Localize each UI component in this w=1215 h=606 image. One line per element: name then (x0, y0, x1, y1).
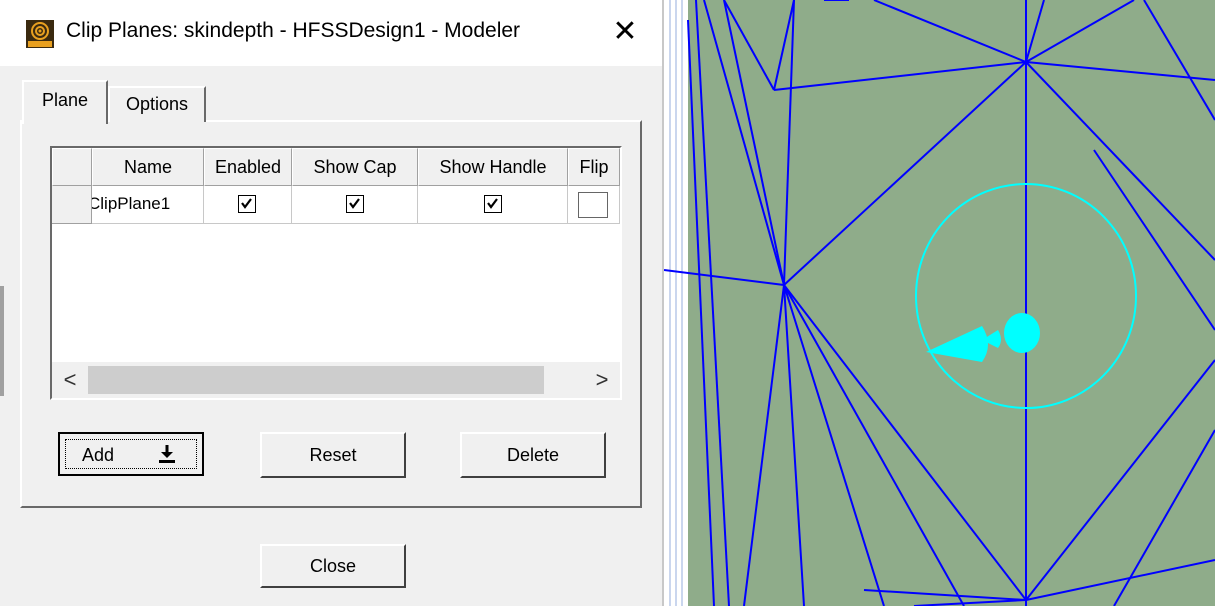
show-cap-checkbox[interactable] (346, 195, 364, 213)
delete-button[interactable]: Delete (460, 432, 606, 478)
cell-show-handle[interactable] (418, 186, 568, 224)
checkmark-icon (241, 198, 252, 209)
clip-planes-dialog: Clip Planes: skindepth - HFSSDesign1 - M… (0, 0, 662, 606)
window-title: Clip Planes: skindepth - HFSSDesign1 - M… (66, 19, 521, 42)
clip-plane-grid[interactable]: Name Enabled Show Cap Show Handle Flip C… (50, 146, 622, 400)
edt-icon (26, 20, 54, 48)
mesh-view (664, 0, 1215, 606)
column-header-flip[interactable]: Flip (568, 148, 620, 186)
tab-options[interactable]: Options (108, 86, 206, 122)
add-button[interactable]: Add (58, 432, 204, 476)
column-header-show-cap[interactable]: Show Cap (292, 148, 418, 186)
download-arrow-icon (159, 445, 175, 463)
add-button-label: Add (82, 445, 115, 465)
scroll-right-arrow-icon[interactable]: > (584, 362, 620, 398)
close-window-button[interactable]: ✕ (600, 12, 650, 52)
column-header-show-handle[interactable]: Show Handle (418, 148, 568, 186)
column-header-name[interactable]: Name (92, 148, 204, 186)
checkmark-icon (487, 198, 498, 209)
show-handle-checkbox[interactable] (484, 195, 502, 213)
row-header[interactable] (52, 186, 92, 224)
grid-corner-header[interactable] (52, 148, 92, 186)
checkmark-icon (349, 198, 360, 209)
column-header-enabled[interactable]: Enabled (204, 148, 292, 186)
modeler-viewport[interactable] (664, 0, 1215, 606)
grid-content: Name Enabled Show Cap Show Handle Flip C… (52, 148, 620, 362)
close-icon: ✕ (612, 15, 638, 48)
tab-plane[interactable]: Plane (22, 80, 108, 124)
reset-button[interactable]: Reset (260, 432, 406, 478)
scroll-thumb[interactable] (88, 366, 544, 394)
cell-flip[interactable] (568, 186, 620, 224)
cell-name[interactable]: ClipPlane1 (92, 186, 204, 224)
enabled-checkbox[interactable] (238, 195, 256, 213)
horizontal-scrollbar[interactable]: < > (52, 362, 620, 398)
flip-checkbox[interactable] (578, 192, 608, 218)
title-bar[interactable]: Clip Planes: skindepth - HFSSDesign1 - M… (0, 0, 662, 66)
scroll-left-arrow-icon[interactable]: < (52, 362, 88, 398)
cell-enabled[interactable] (204, 186, 292, 224)
cell-show-cap[interactable] (292, 186, 418, 224)
dialog-edge (0, 286, 4, 396)
close-button[interactable]: Close (260, 544, 406, 588)
